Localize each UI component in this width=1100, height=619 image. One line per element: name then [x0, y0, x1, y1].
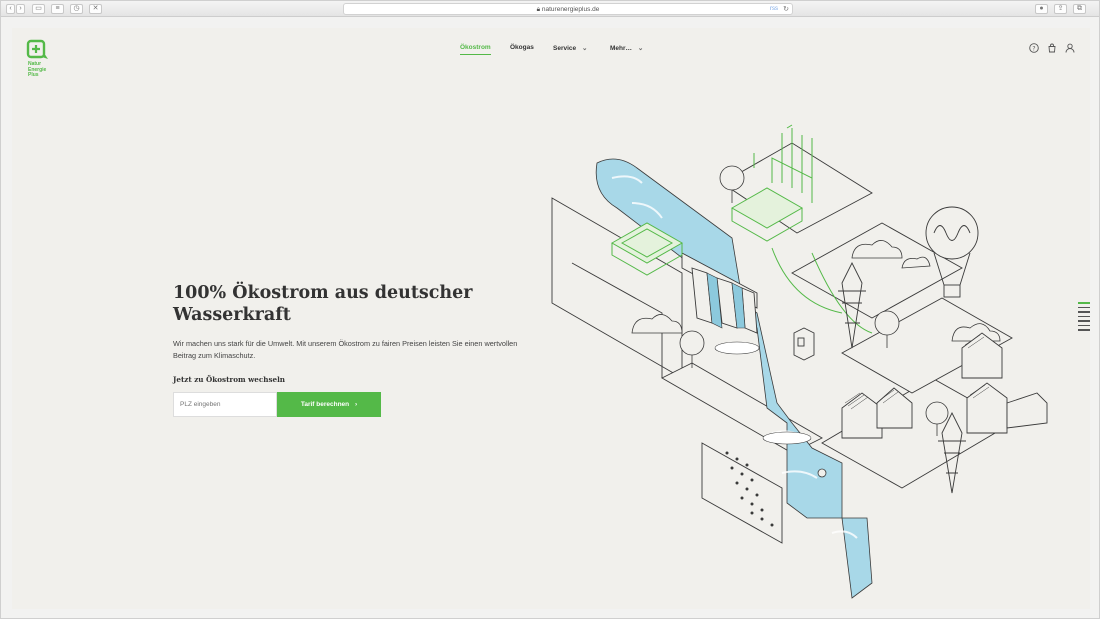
- chevron-right-icon: ›: [354, 401, 358, 408]
- nav-item-mehr-label: Mehr…: [610, 45, 633, 52]
- logo-line-3: Plus: [28, 72, 39, 79]
- tarif-berechnen-label: Tarif berechnen: [300, 401, 350, 408]
- plz-input[interactable]: [173, 392, 277, 417]
- nav-item-mehr[interactable]: Mehr… ⌄: [610, 44, 643, 52]
- svg-text:?: ?: [1032, 45, 1035, 52]
- address-bar[interactable]: 🔒︎ naturenergieplus.de rss ↻: [343, 3, 793, 15]
- tabs-icon[interactable]: ⧉: [1073, 4, 1086, 14]
- tab-overview-icon[interactable]: ≡: [51, 4, 64, 14]
- browser-toolbar: ‹ › ▭ ≡ ◷ ✕ 🔒︎ naturenergieplus.de rss ↻…: [1, 1, 1099, 17]
- hero-title: 100% Ökostrom aus deutscher Wasserkraft: [173, 283, 473, 325]
- tarif-berechnen-button[interactable]: Tarif berechnen ›: [277, 392, 381, 417]
- cart-icon[interactable]: [1047, 43, 1057, 53]
- extension-icon[interactable]: ●: [1035, 4, 1048, 14]
- share-icon[interactable]: ⇪: [1054, 4, 1067, 14]
- help-icon[interactable]: ?: [1029, 43, 1039, 53]
- nav-item-oekostrom[interactable]: Ökostrom: [460, 44, 491, 55]
- switch-subheading: Jetzt zu Ökostrom wechseln: [173, 375, 286, 384]
- web-page: Natur Energie Plus Ökostrom Ökogas Servi…: [12, 28, 1090, 609]
- nav-item-oekogas[interactable]: Ökogas: [510, 44, 534, 51]
- scroll-indicator[interactable]: [1078, 302, 1090, 334]
- reload-icon[interactable]: ↻: [783, 4, 789, 15]
- bookmark-icon[interactable]: ✕: [89, 4, 102, 14]
- brand-logo-text: Natur Energie Plus: [28, 61, 46, 79]
- nav-item-service-label: Service: [553, 45, 577, 52]
- chevron-down-icon: ⌄: [637, 45, 644, 52]
- back-icon[interactable]: ‹: [6, 4, 15, 14]
- hydropower-illustration: [551, 124, 1048, 599]
- chevron-down-icon: ⌄: [581, 45, 588, 52]
- history-icon[interactable]: ◷: [70, 4, 83, 14]
- reader-badge[interactable]: rss: [770, 4, 778, 15]
- hero-lead: Wir machen uns stark für die Umwelt. Mit…: [173, 339, 518, 360]
- user-icon[interactable]: [1065, 43, 1075, 53]
- url-text: naturenergieplus.de: [541, 6, 600, 13]
- nav-item-service[interactable]: Service ⌄: [553, 44, 587, 52]
- browser-window: ‹ › ▭ ≡ ◷ ✕ 🔒︎ naturenergieplus.de rss ↻…: [0, 0, 1100, 619]
- sidebar-icon[interactable]: ▭: [32, 4, 45, 14]
- forward-icon[interactable]: ›: [16, 4, 25, 14]
